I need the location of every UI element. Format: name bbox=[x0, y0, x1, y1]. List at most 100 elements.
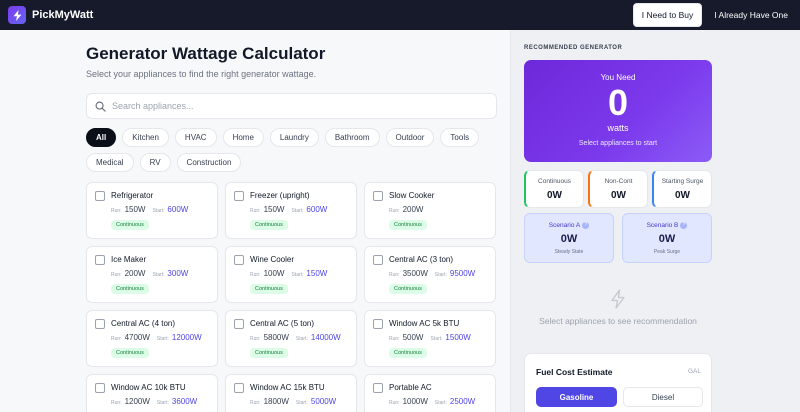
start-label: Start: bbox=[434, 272, 447, 278]
stat-label: Continuous bbox=[538, 178, 571, 185]
running-watts: 1200W bbox=[124, 397, 150, 406]
appliance-card[interactable]: Slow Cooker Run: 200W Continuous bbox=[364, 182, 496, 239]
wattage-stats: Continuous 0W Non-Cont 0W Starting Surge… bbox=[524, 170, 712, 208]
category-chip-medical[interactable]: Medical bbox=[86, 153, 134, 172]
appliance-checkbox[interactable] bbox=[95, 191, 105, 201]
appliance-card[interactable]: Ice Maker Run: 200W Start: 300W Continuous bbox=[86, 246, 218, 303]
search-icon bbox=[95, 101, 106, 112]
help-icon[interactable]: ? bbox=[680, 222, 688, 229]
panel-heading: RECOMMENDED GENERATOR bbox=[524, 45, 623, 51]
appliance-name: Window AC 10k BTU bbox=[111, 383, 186, 392]
category-chip-construction[interactable]: Construction bbox=[176, 153, 242, 172]
need-hint: Select appliances to start bbox=[578, 140, 658, 147]
stat-starting-surge: Starting Surge 0W bbox=[652, 170, 712, 208]
starting-watts: 150W bbox=[306, 269, 328, 278]
start-label: Start: bbox=[291, 272, 304, 278]
start-label: Start: bbox=[430, 336, 443, 342]
fuel-option-diesel[interactable]: Diesel bbox=[623, 387, 703, 407]
run-label: Run: bbox=[250, 208, 261, 214]
category-chip-all[interactable]: All bbox=[86, 128, 117, 147]
starting-watts: 12000W bbox=[171, 333, 202, 342]
appliance-name: Ice Maker bbox=[111, 255, 147, 264]
starting-watts: 600W bbox=[167, 205, 189, 214]
fuel-option-gasoline[interactable]: Gasoline bbox=[536, 387, 617, 407]
appliance-card[interactable]: Window AC 5k BTU Run: 500W Start: 1500W Conti… bbox=[364, 310, 496, 367]
appliance-checkbox[interactable] bbox=[95, 255, 105, 265]
start-label: Start: bbox=[295, 336, 308, 342]
appliance-checkbox[interactable] bbox=[373, 191, 383, 201]
category-chip-kitchen[interactable]: Kitchen bbox=[122, 128, 169, 147]
category-filter: All Kitchen HVAC Home Laundry Bathroom O… bbox=[86, 128, 506, 178]
stat-value: 0W bbox=[611, 190, 626, 201]
appliance-checkbox[interactable] bbox=[234, 319, 244, 329]
category-chip-bathroom[interactable]: Bathroom bbox=[324, 128, 380, 147]
appliance-card[interactable]: Window AC 15k BTURun:1800WStart:5000WCon… bbox=[225, 374, 357, 412]
run-label: Run: bbox=[250, 336, 261, 342]
appliance-checkbox[interactable] bbox=[373, 255, 383, 265]
need-value: 0 bbox=[607, 82, 629, 123]
starting-watts: 14000W bbox=[310, 333, 341, 342]
scenario-a-card: Scenario A? 0W Steady State bbox=[524, 213, 614, 263]
load-type-badge: Continuous bbox=[389, 348, 427, 358]
run-label: Run: bbox=[389, 208, 400, 214]
running-watts: 5800W bbox=[263, 333, 289, 342]
category-chip-tools[interactable]: Tools bbox=[440, 128, 480, 147]
search-input[interactable] bbox=[112, 101, 472, 111]
appliance-checkbox[interactable] bbox=[234, 255, 244, 265]
running-watts: 100W bbox=[263, 269, 285, 278]
starting-watts: 600W bbox=[306, 205, 328, 214]
category-chip-home[interactable]: Home bbox=[222, 128, 264, 147]
running-watts: 200W bbox=[402, 205, 424, 214]
already-have-one-button[interactable]: I Already Have One bbox=[710, 4, 792, 26]
appliance-card[interactable]: Portable ACRun:1000WStart:2500WContinuou… bbox=[364, 374, 496, 412]
stat-non-continuous: Non-Cont 0W bbox=[588, 170, 648, 208]
brand-name: PickMyWatt bbox=[32, 9, 94, 21]
category-chip-hvac[interactable]: HVAC bbox=[174, 128, 217, 147]
stat-label: Starting Surge bbox=[661, 178, 704, 185]
help-icon[interactable]: ? bbox=[582, 222, 590, 229]
appliance-checkbox[interactable] bbox=[234, 383, 244, 393]
scenario-b-card: Scenario B? 0W Peak Surge bbox=[622, 213, 712, 263]
empty-recommendation-hint: Select appliances to see recommendation bbox=[539, 316, 697, 326]
category-chip-laundry[interactable]: Laundry bbox=[269, 128, 319, 147]
appliance-checkbox[interactable] bbox=[373, 383, 383, 393]
appliance-grid: Refrigerator Run: 150W Start: 600W Continuous… bbox=[86, 182, 506, 412]
appliance-card[interactable]: Central AC (5 ton) Run: 5800W Start: 14000W C… bbox=[225, 310, 357, 367]
appliance-card[interactable]: Refrigerator Run: 150W Start: 600W Continuous bbox=[86, 182, 218, 239]
appliance-checkbox[interactable] bbox=[234, 191, 244, 201]
running-watts: 200W bbox=[124, 269, 146, 278]
brand[interactable]: PickMyWatt bbox=[8, 6, 93, 24]
stat-label: Non-Cont bbox=[604, 178, 633, 185]
appliance-card[interactable]: Central AC (4 ton) Run: 4700W Start: 12000W C… bbox=[86, 310, 218, 367]
appliance-name: Portable AC bbox=[389, 383, 432, 392]
run-label: Run: bbox=[250, 272, 261, 278]
appliance-card[interactable]: Wine Cooler Run: 100W Start: 150W Continuous bbox=[225, 246, 357, 303]
running-watts: 500W bbox=[402, 333, 424, 342]
category-chip-outdoor[interactable]: Outdoor bbox=[385, 128, 435, 147]
appliance-card[interactable]: Window AC 10k BTURun:1200WStart:3600WCon… bbox=[86, 374, 218, 412]
appliance-checkbox[interactable] bbox=[373, 319, 383, 329]
category-chip-rv[interactable]: RV bbox=[139, 153, 171, 172]
starting-watts: 300W bbox=[167, 269, 189, 278]
run-label: Run: bbox=[111, 272, 122, 278]
appliance-checkbox[interactable] bbox=[95, 319, 105, 329]
appliance-card[interactable]: Freezer (upright) Run: 150W Start: 600W Conti… bbox=[225, 182, 357, 239]
run-label: Run: bbox=[111, 208, 122, 214]
need-unit: watts bbox=[607, 123, 629, 133]
appliance-card[interactable]: Central AC (3 ton) Run: 3500W Start: 9500W Co… bbox=[364, 246, 496, 303]
start-label: Start: bbox=[152, 208, 165, 214]
stat-continuous: Continuous 0W bbox=[524, 170, 584, 208]
load-type-badge: Continuous bbox=[250, 220, 288, 230]
appliance-watts: Run: 1800W Start: 5000W bbox=[250, 397, 336, 406]
starting-watts: 3600W bbox=[171, 397, 198, 406]
appliance-name: Window AC 15k BTU bbox=[250, 383, 325, 392]
starting-watts: 9500W bbox=[449, 269, 476, 278]
need-to-buy-button[interactable]: I Need to Buy bbox=[632, 3, 703, 27]
appliance-name: Freezer (upright) bbox=[250, 191, 310, 200]
appliance-name: Slow Cooker bbox=[389, 191, 435, 200]
search-bar[interactable] bbox=[86, 93, 497, 119]
appliance-name: Refrigerator bbox=[111, 191, 154, 200]
top-nav-bar: PickMyWatt I Need to Buy I Already Have … bbox=[0, 0, 800, 30]
appliance-checkbox[interactable] bbox=[95, 383, 105, 393]
appliance-watts: Run: 150W Start: 600W bbox=[250, 205, 327, 214]
